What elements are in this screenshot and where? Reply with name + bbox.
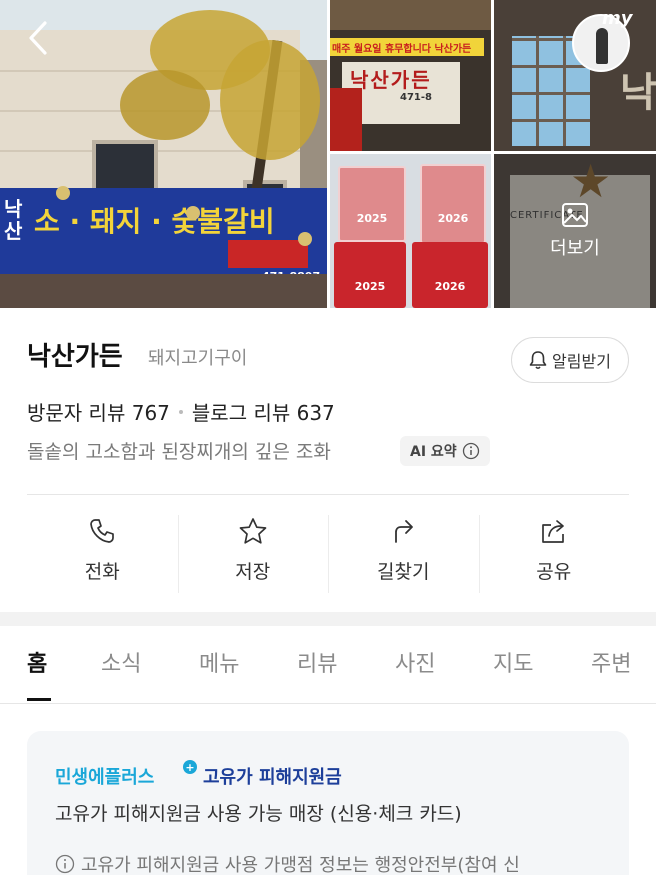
share-label: 공유 [536, 561, 572, 583]
award-year: 2026 [437, 212, 469, 225]
award-plaque: 2025 [334, 242, 406, 308]
inner-sign-phone: 471-8 [400, 92, 432, 103]
ground [0, 274, 327, 308]
save-button[interactable]: 저장 [177, 515, 329, 593]
tab-reviews[interactable]: 리뷰 [297, 646, 337, 678]
promo-card[interactable]: 민생에플러스 + 고유가 피해지원금 고유가 피해지원금 사용 가능 매장 (신… [27, 731, 629, 875]
sign-main-text: 소 · 돼지 · 숯불갈비 [34, 205, 275, 238]
call-label: 전화 [84, 561, 120, 583]
tab-map[interactable]: 지도 [493, 646, 533, 678]
chevron-left-icon [29, 21, 47, 55]
ai-summary-badge[interactable]: AI 요약 [400, 436, 490, 466]
red-panel [330, 88, 362, 151]
call-button[interactable]: 전화 [27, 515, 178, 593]
award-plaque: 2026 [412, 242, 488, 308]
sign-vertical-name: 낙산 [4, 197, 23, 243]
tab-nearby[interactable]: 주변 [591, 646, 631, 678]
directions-button[interactable]: 길찾기 [328, 515, 479, 593]
action-bar: 전화 저장 길찾기 공유 [27, 515, 629, 593]
photo-gallery[interactable]: 낙산 소 · 돼지 · 숯불갈비 471-8897 매주 월요일 휴무합니다 낙… [0, 0, 656, 308]
phone-icon [90, 519, 115, 543]
section-gap [0, 612, 656, 626]
side-sign-text: 낙산 [620, 70, 656, 116]
back-button[interactable] [18, 18, 58, 58]
divider [27, 494, 629, 495]
image-icon [562, 203, 588, 227]
ceiling [330, 0, 491, 30]
info-icon [462, 442, 479, 460]
award-box: 2025 [338, 166, 406, 242]
tab-menu[interactable]: 메뉴 [199, 646, 239, 678]
promo-description: 고유가 피해지원금 사용 가능 매장 (신용·체크 카드) [55, 803, 462, 825]
promo-note: 고유가 피해지원금 사용 가맹점 정보는 행정안전부(참여 신 [55, 851, 520, 875]
place-name: 낙산가든 [27, 342, 123, 372]
tab-photos[interactable]: 사진 [395, 646, 435, 678]
ai-badge-label: AI 요약 [410, 444, 457, 460]
tree-foliage [220, 40, 320, 160]
review-counts: 방문자 리뷰 767 블로그 리뷰 637 [27, 397, 335, 426]
lamp [186, 206, 200, 220]
share-icon [541, 520, 564, 543]
lamp [56, 186, 70, 200]
award-year: 2026 [434, 280, 466, 293]
more-photos-button[interactable]: 더보기 [494, 154, 656, 308]
notify-button[interactable]: 알림받기 [511, 337, 629, 383]
info-icon [55, 854, 75, 874]
promo-brand: 민생에플러스 [55, 767, 155, 788]
save-label: 저장 [235, 561, 271, 583]
share-button[interactable]: 공유 [478, 515, 630, 593]
place-category: 돼지고기구이 [148, 348, 248, 369]
directions-icon [395, 520, 414, 543]
plus-icon: + [183, 760, 197, 774]
directions-label: 길찾기 [377, 561, 430, 583]
star-icon [239, 518, 267, 544]
inner-sign-text: 낙산가든 [350, 68, 432, 92]
tab-bar: 홈 소식 메뉴 리뷰 사진 지도 주변 [0, 626, 656, 704]
lamp [298, 232, 312, 246]
award-box: 2026 [420, 164, 486, 244]
ai-summary-text: 돌솥의 고소함과 된장찌개의 깊은 조화 [27, 441, 331, 463]
avatar-tag: my [602, 8, 633, 29]
promo-title: 고유가 피해지원금 [203, 767, 342, 788]
avatar-figure [596, 28, 608, 64]
tab-news[interactable]: 소식 [101, 646, 141, 678]
tree-foliage [120, 70, 210, 140]
award-year: 2025 [354, 280, 386, 293]
bell-icon [529, 351, 547, 370]
active-tab-indicator [27, 698, 51, 701]
tab-home[interactable]: 홈 [27, 646, 47, 678]
gallery-photo-awards[interactable]: 2025 2026 2025 2026 [330, 154, 491, 308]
promo-note-text: 고유가 피해지원금 사용 가맹점 정보는 행정안전부(참여 신 [81, 855, 520, 875]
sign-red-panel [228, 240, 308, 268]
award-year: 2025 [356, 212, 388, 225]
more-photos-label: 더보기 [550, 238, 600, 259]
blog-reviews-link[interactable]: 블로그 리뷰 637 [192, 397, 335, 426]
separator-dot [178, 409, 183, 414]
notify-label: 알림받기 [552, 352, 611, 371]
visitor-reviews-link[interactable]: 방문자 리뷰 767 [27, 397, 170, 426]
closing-banner-text: 매주 월요일 휴무합니다 낙산가든 [332, 44, 472, 55]
gallery-photo-interior[interactable]: 매주 월요일 휴무합니다 낙산가든 낙산가든 471-8 [330, 0, 491, 151]
